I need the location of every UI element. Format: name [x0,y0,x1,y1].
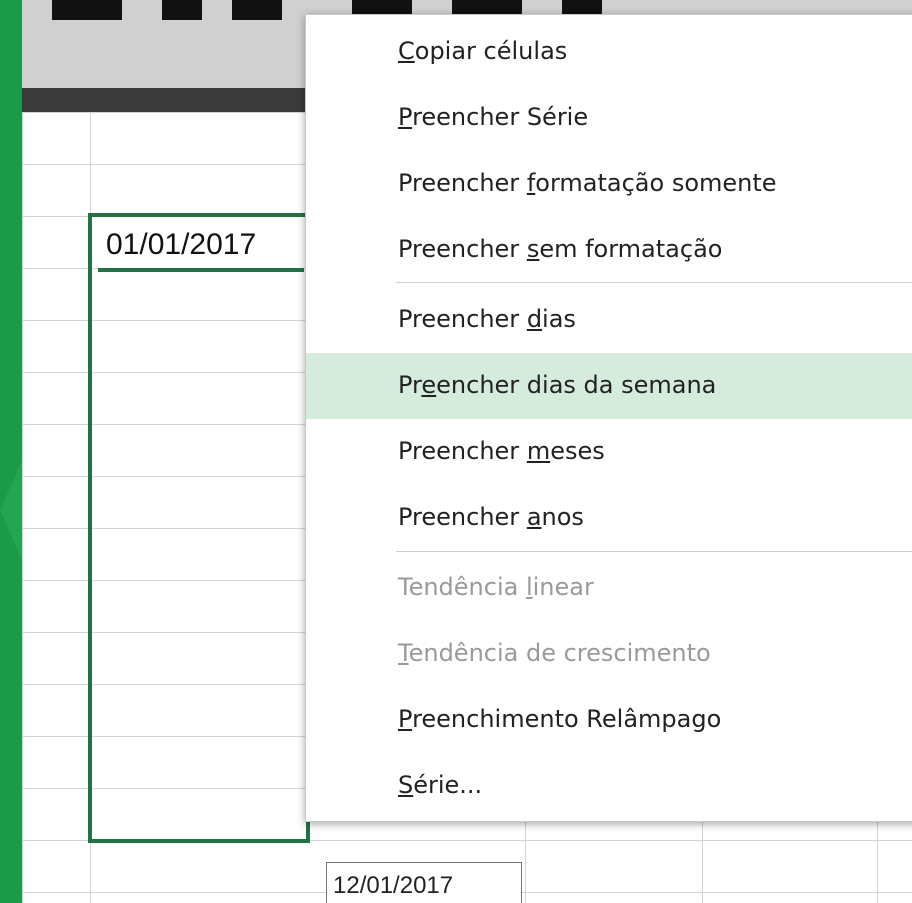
menu-item-preencher-anos[interactable]: Preencher anos [306,485,912,551]
menu-item-label: Preencher meses [398,437,605,465]
menu-item-label: Preencher dias da semana [398,371,717,399]
autofill-context-menu: Copiar células Preencher Série Preencher… [305,14,912,822]
menu-item-preencher-serie[interactable]: Preencher Série [306,85,912,151]
menu-item-label: Tendência de crescimento [398,639,711,667]
menu-item-label: Série... [398,771,483,799]
menu-item-preenchimento-relampago[interactable]: Preenchimento Relâmpago [306,687,912,753]
menu-item-label: Preencher Série [398,103,589,131]
menu-item-preencher-sem-formatacao[interactable]: Preencher sem formatação [306,217,912,283]
selected-range[interactable] [88,213,310,843]
active-cell-border [98,268,304,272]
menu-separator [396,551,912,552]
menu-item-label: Preencher formatação somente [398,169,777,197]
menu-item-preencher-formatacao[interactable]: Preencher formatação somente [306,151,912,217]
menu-item-label: Preenchimento Relâmpago [398,705,722,733]
menu-item-label: Copiar células [398,37,568,65]
menu-item-tendencia-linear: Tendência linear [306,555,912,621]
menu-item-copiar-celulas[interactable]: Copiar células [306,19,912,85]
menu-item-label: Preencher anos [398,503,584,531]
menu-item-serie[interactable]: Série... [306,753,912,819]
menu-item-preencher-meses[interactable]: Preencher meses [306,419,912,485]
menu-item-preencher-dias[interactable]: Preencher dias [306,287,912,353]
menu-item-label: Tendência linear [398,573,594,601]
menu-item-tendencia-crescimento: Tendência de crescimento [306,621,912,687]
menu-item-label: Preencher sem formatação [398,235,723,263]
fill-preview-tooltip: 12/01/2017 [326,862,522,903]
menu-item-preencher-dias-semana[interactable]: Preencher dias da semana [306,353,912,419]
menu-separator [396,282,912,283]
active-cell-value[interactable]: 01/01/2017 [106,222,326,268]
menu-item-label: Preencher dias [398,305,576,333]
